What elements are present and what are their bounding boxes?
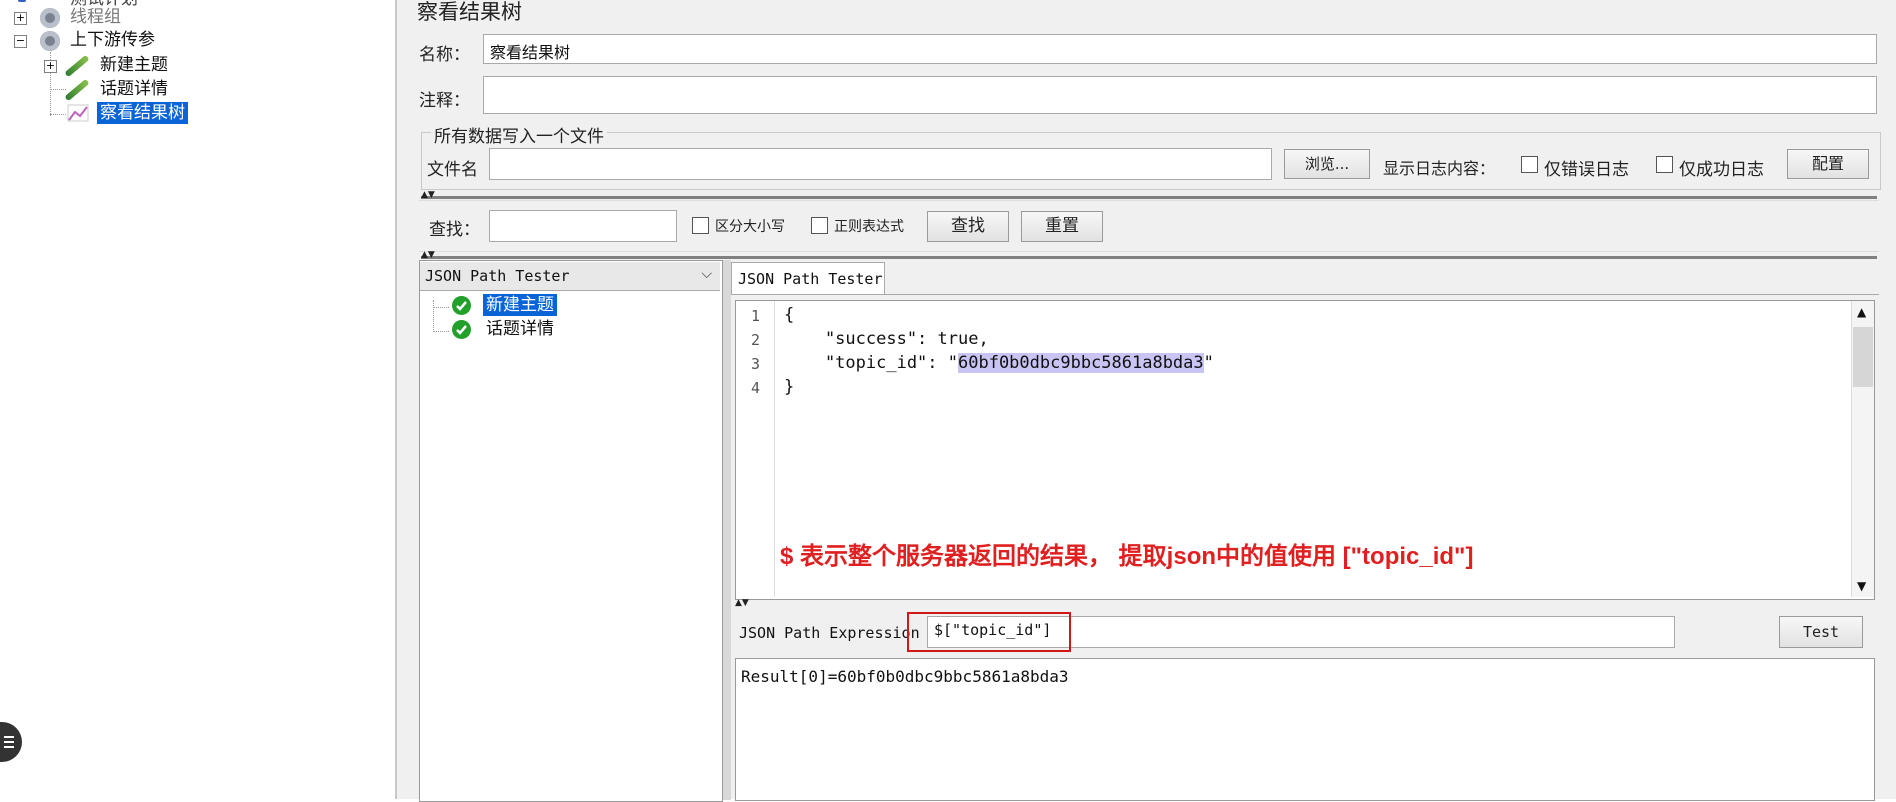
regex-label: 正则表达式 [834, 219, 904, 235]
search-input[interactable] [489, 210, 677, 242]
sample-results-pane [419, 260, 723, 802]
pipette-icon [64, 54, 90, 78]
sample-item-new-topic[interactable]: 新建主题 [483, 294, 557, 316]
scroll-thumb [1853, 327, 1873, 387]
config-button[interactable]: 配置 [1787, 149, 1869, 179]
tree-item-thread-group[interactable]: 线程组 [70, 6, 121, 28]
log-content-label: 显示日志内容： [1383, 159, 1496, 178]
errors-only-label: 仅错误日志 [1544, 160, 1629, 180]
success-shield-icon [452, 296, 471, 315]
splitter[interactable] [421, 256, 1877, 259]
success-only-label: 仅成功日志 [1679, 160, 1764, 180]
annotation-text: $ 表示整个服务器返回的结果， 提取json中的值使用 ["topic_id"] [780, 543, 1474, 570]
response-code-editor[interactable]: 1 2 3 4 { "success": true, "topic_id": "… [735, 300, 1875, 600]
line-number: 1 [751, 307, 761, 325]
scroll-down-icon: ▼ [1857, 579, 1867, 593]
tab-label: JSON Path Tester [738, 270, 883, 288]
pipette-icon [64, 78, 90, 102]
tree-item-view-results[interactable]: 察看结果树 [97, 102, 188, 124]
filename-field[interactable] [489, 148, 1272, 180]
comment-label: 注释： [419, 91, 470, 111]
tab-json-path-tester[interactable]: JSON Path Tester [731, 262, 885, 295]
test-button[interactable]: Test [1779, 616, 1863, 648]
filename-label: 文件名 [427, 160, 478, 180]
find-button[interactable]: 查找 [927, 211, 1009, 242]
file-group-title: 所有数据写入一个文件 [431, 122, 607, 147]
gear-icon [40, 8, 60, 28]
expand-icon[interactable]: + [14, 12, 27, 25]
test-plan-icon [18, 0, 26, 2]
errors-only-checkbox[interactable] [1521, 156, 1538, 173]
regex-checkbox[interactable] [811, 217, 828, 234]
collapse-icon[interactable]: − [14, 35, 27, 48]
code-line: { [784, 305, 795, 325]
result-output[interactable]: Result[0]=60bf0b0dbc9bbc5861a8bda3 [735, 658, 1875, 801]
highlight-box [907, 612, 1071, 652]
tree-item-topic-detail[interactable]: 话题详情 [100, 78, 168, 100]
browse-button[interactable]: 浏览... [1284, 149, 1370, 179]
view-results-tree-panel: 察看结果树 名称： 察看结果树 注释： 所有数据写入一个文件 文件名 浏览...… [397, 0, 1896, 802]
chevron-down-icon: ⌵ [701, 266, 712, 282]
line-number: 3 [751, 355, 761, 373]
success-only-checkbox[interactable] [1656, 156, 1673, 173]
menu-icon[interactable] [0, 722, 22, 762]
code-line: "success": true, [784, 329, 989, 349]
code-line: "topic_id": "60bf0b0dbc9bbc5861a8bda3" [784, 353, 1214, 373]
renderer-select[interactable]: JSON Path Tester ⌵ [420, 262, 720, 291]
line-number: 4 [751, 379, 761, 397]
page-title: 察看结果树 [417, 0, 522, 24]
line-number: 2 [751, 331, 761, 349]
chart-icon [67, 104, 89, 122]
tree-item-param-group[interactable]: 上下游传参 [70, 29, 155, 51]
renderer-select-label: JSON Path Tester [425, 267, 570, 285]
gear-icon [40, 31, 60, 51]
splitter[interactable] [421, 196, 1877, 199]
search-label: 查找： [429, 220, 480, 240]
result-text: Result[0]=60bf0b0dbc9bbc5861a8bda3 [741, 667, 1069, 686]
success-shield-icon [452, 320, 471, 339]
comment-field[interactable] [483, 76, 1877, 114]
scrollbar[interactable]: ▲ ▼ [1851, 301, 1874, 597]
code-line: } [784, 377, 795, 397]
sample-item-topic-detail[interactable]: 话题详情 [486, 318, 554, 340]
case-sensitive-checkbox[interactable] [692, 217, 709, 234]
vertical-splitter[interactable] [723, 260, 731, 800]
expand-icon[interactable]: + [44, 60, 57, 73]
line-numbers: 1 2 3 4 [736, 301, 775, 597]
tree-item-new-topic[interactable]: 新建主题 [100, 54, 168, 76]
test-plan-tree: 测试计划 + 线程组 − 上下游传参 + 新建主题 话题详情 察看结果树 [0, 0, 395, 799]
selected-topic-id: 60bf0b0dbc9bbc5861a8bda3 [958, 353, 1204, 373]
reset-button[interactable]: 重置 [1021, 211, 1103, 242]
name-label: 名称： [419, 45, 470, 65]
expression-label: JSON Path Expression [739, 624, 920, 642]
name-field[interactable]: 察看结果树 [483, 34, 1877, 64]
scroll-up-icon: ▲ [1857, 305, 1867, 319]
case-sensitive-label: 区分大小写 [715, 219, 785, 235]
